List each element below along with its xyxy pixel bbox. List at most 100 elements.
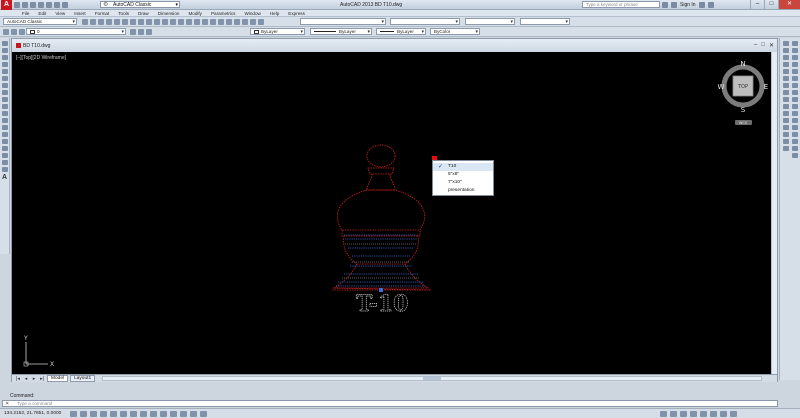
menu-file[interactable]: File [22,11,29,16]
menu-tools[interactable]: Tools [118,11,129,16]
properties-icon[interactable] [210,19,216,25]
menu-item-t10[interactable]: ✓ T10 [433,163,493,171]
tool-palettes-icon[interactable] [226,19,232,25]
compass-west[interactable]: W [718,83,725,91]
match-properties-icon[interactable] [154,19,160,25]
endpoint-snap-icon[interactable] [792,55,798,60]
region-icon[interactable] [1,153,8,158]
doc-minimize-button[interactable]: – [754,42,757,49]
workspace-switching-icon[interactable] [700,411,707,417]
menu-item-7x10[interactable]: 7"x10" [433,179,493,187]
quadrant-snap-icon[interactable] [792,97,798,102]
search-input[interactable]: Type a keyword or phrase [582,1,660,8]
doc-close-button[interactable]: ✕ [769,42,774,49]
save-icon[interactable] [30,2,36,8]
tab-layout1[interactable]: Layout1 [70,375,96,382]
next-tab-arrow[interactable]: ▸ [31,376,37,382]
pan-icon[interactable] [178,19,184,25]
menu-express[interactable]: Express [288,11,305,16]
open-icon[interactable] [90,19,96,25]
spline-icon[interactable] [1,97,8,102]
user-icon[interactable] [671,2,677,8]
object-snap-tracking-icon[interactable] [140,411,147,417]
menu-view[interactable]: View [55,11,65,16]
hatch-icon[interactable] [1,139,8,144]
circle-icon[interactable] [1,83,8,88]
lineweight-combo[interactable]: ByLayer [376,28,426,35]
explode-icon[interactable] [783,146,789,151]
array-icon[interactable] [783,69,789,74]
3d-object-snap-icon[interactable] [130,411,137,417]
viewcube[interactable]: TOP N S E W WCS [718,60,769,125]
prev-tab-arrow[interactable]: ◂ [23,376,29,382]
join-icon[interactable] [783,125,789,130]
layer-properties-icon[interactable] [3,29,9,35]
stretch-icon[interactable] [783,97,789,102]
redo-icon[interactable] [170,19,176,25]
sun-icon[interactable] [19,29,25,35]
menu-insert[interactable]: Insert [74,11,86,16]
mirror-icon[interactable] [783,55,789,60]
new-icon[interactable] [82,19,88,25]
polar-tracking-icon[interactable] [110,411,117,417]
plot-icon[interactable] [106,19,112,25]
zoom-previous-icon[interactable] [202,19,208,25]
chamfer-icon[interactable] [783,132,789,137]
extension-snap-icon[interactable] [792,83,798,88]
quick-view-layouts-icon[interactable] [670,411,677,417]
publish-icon[interactable] [122,19,128,25]
menu-modify[interactable]: Modify [188,11,202,16]
offset-icon[interactable] [783,62,789,67]
osnap-settings-icon[interactable] [792,153,798,158]
insert-snap-icon[interactable] [792,125,798,130]
fillet-icon[interactable] [783,139,789,144]
model-viewport[interactable]: [–][Top][2D Wireframe] T-10 Y X TOP N S … [12,52,777,374]
erase-icon[interactable] [783,41,789,46]
color-combo[interactable]: ByLayer [250,28,305,35]
scale-icon[interactable] [783,90,789,95]
multileader-style-combo[interactable] [520,18,570,25]
layer-state-icon[interactable] [146,29,152,35]
tab-model[interactable]: Model [47,375,69,382]
minimize-button[interactable]: – [750,0,764,9]
intersection-snap-icon[interactable] [792,69,798,74]
plotstyle-combo[interactable]: ByColor [430,28,480,35]
calculator-icon[interactable] [250,19,256,25]
dynamic-input-icon[interactable] [160,411,167,417]
construction-line-icon[interactable] [1,48,8,53]
help-icon[interactable] [707,2,714,8]
help-icon[interactable] [258,19,264,25]
clean-screen-icon[interactable] [730,411,737,417]
object-snap-icon[interactable] [120,411,127,417]
temp-track-icon[interactable] [792,41,798,46]
revision-cloud-icon[interactable] [1,90,8,95]
zoom-window-icon[interactable] [194,19,200,25]
text-style-combo[interactable] [300,18,386,25]
saveas-icon[interactable] [38,2,44,8]
designcenter-icon[interactable] [218,19,224,25]
nearest-snap-icon[interactable] [792,139,798,144]
node-snap-icon[interactable] [792,132,798,137]
parallel-snap-icon[interactable] [792,118,798,123]
ellipse-icon[interactable] [1,104,8,109]
menu-edit[interactable]: Edit [38,11,46,16]
perpendicular-snap-icon[interactable] [792,111,798,116]
annotation-scale-icon[interactable] [690,411,697,417]
exchange-icon[interactable] [698,2,705,8]
first-tab-arrow[interactable]: |◂ [15,376,21,382]
new-icon[interactable] [14,2,20,8]
workspace-switcher[interactable]: ⚙ AutoCAD Classic ▾ [100,1,180,8]
compass-south[interactable]: S [741,106,746,114]
tangent-snap-icon[interactable] [792,104,798,109]
midpoint-snap-icon[interactable] [792,62,798,67]
rotate-icon[interactable] [783,83,789,88]
snap-mode-icon[interactable] [80,411,87,417]
zoom-realtime-icon[interactable] [186,19,192,25]
layer-combo[interactable]: 0 [26,28,126,35]
lineweight-icon[interactable] [170,411,177,417]
arc-icon[interactable] [1,76,8,81]
menu-parametrics[interactable]: Parametrics [211,11,236,16]
markup-icon[interactable] [242,19,248,25]
undo-icon[interactable] [54,2,60,8]
vertical-scrollbar[interactable] [771,52,777,374]
